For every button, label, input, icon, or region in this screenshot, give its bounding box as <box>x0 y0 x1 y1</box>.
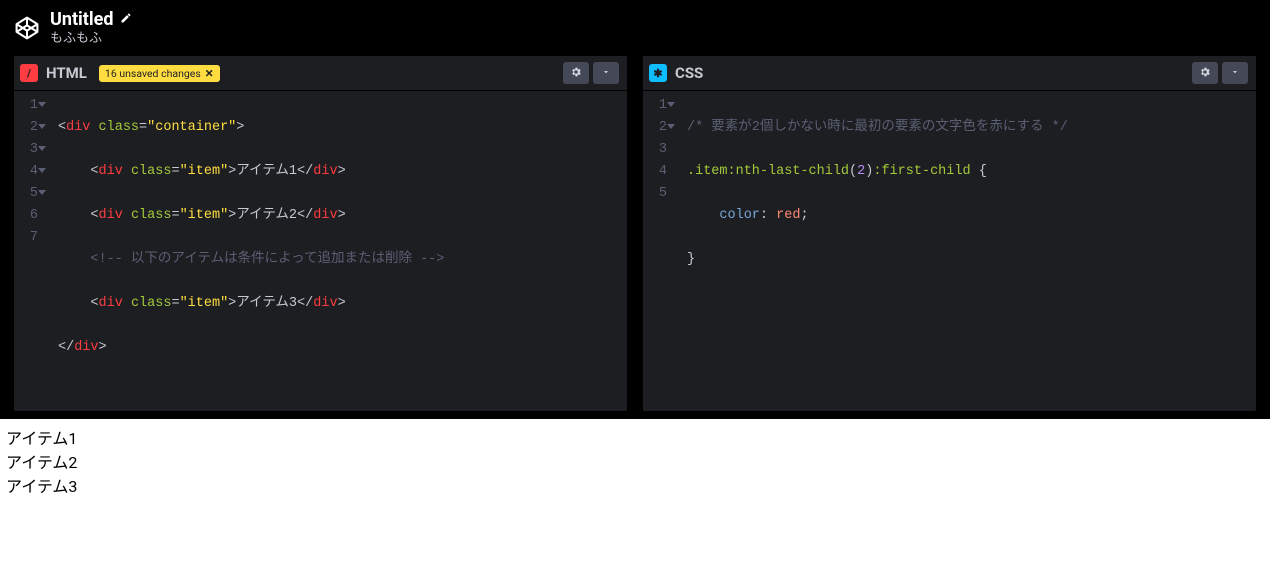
chevron-down-icon <box>1230 66 1240 80</box>
css-code[interactable]: /* 要素が2個しかない時に最初の要素の文字色を赤にする */ .item:nt… <box>673 95 1256 411</box>
pen-title: Untitled <box>50 9 114 31</box>
unsaved-changes-label: 16 unsaved changes <box>105 67 201 80</box>
editors-row: / HTML 16 unsaved changes ✕ 1 2 <box>0 56 1270 419</box>
settings-button[interactable] <box>563 62 589 84</box>
pen-title-row[interactable]: Untitled <box>50 9 132 31</box>
panel-menu-button[interactable] <box>1222 62 1248 84</box>
panel-html: / HTML 16 unsaved changes ✕ 1 2 <box>14 56 627 411</box>
panel-html-head: / HTML 16 unsaved changes ✕ <box>14 56 627 91</box>
pen-author[interactable]: もふもふ <box>50 31 132 47</box>
preview-pane: アイテム1 アイテム2 アイテム3 <box>0 419 1270 561</box>
app-header: Untitled もふもふ <box>0 0 1270 56</box>
close-icon[interactable]: ✕ <box>205 67 214 80</box>
settings-button[interactable] <box>1192 62 1218 84</box>
html-code[interactable]: <div class="container"> <div class="item… <box>44 95 627 411</box>
pencil-icon[interactable] <box>120 12 132 29</box>
html-badge-icon: / <box>20 64 38 82</box>
unsaved-changes-badge[interactable]: 16 unsaved changes ✕ <box>99 65 220 82</box>
css-editor[interactable]: 1 2 3 4 5 /* 要素が2個しかない時に最初の要素の文字色を赤にする *… <box>643 91 1256 411</box>
panel-html-title: HTML <box>46 64 87 82</box>
panel-css-head: ✱ CSS <box>643 56 1256 91</box>
preview-item: アイテム2 <box>6 451 1264 475</box>
panel-css: ✱ CSS 1 2 3 4 5 /* 要素が2 <box>643 56 1256 411</box>
css-badge-icon: ✱ <box>649 64 667 82</box>
slash-icon: / <box>27 68 31 79</box>
css-gutter: 1 2 3 4 5 <box>643 95 673 411</box>
html-editor[interactable]: 1 2 3 4 5 6 7 <div class="container"> <d… <box>14 91 627 411</box>
codepen-logo-icon[interactable] <box>14 15 40 41</box>
panel-menu-button[interactable] <box>593 62 619 84</box>
header-titles: Untitled もふもふ <box>50 9 132 46</box>
chevron-down-icon <box>601 66 611 80</box>
gear-icon <box>570 66 582 81</box>
panel-css-title: CSS <box>675 64 703 82</box>
asterisk-icon: ✱ <box>653 68 662 79</box>
gear-icon <box>1199 66 1211 81</box>
html-gutter: 1 2 3 4 5 6 7 <box>14 95 44 411</box>
preview-item: アイテム1 <box>6 427 1264 451</box>
preview-item: アイテム3 <box>6 475 1264 499</box>
